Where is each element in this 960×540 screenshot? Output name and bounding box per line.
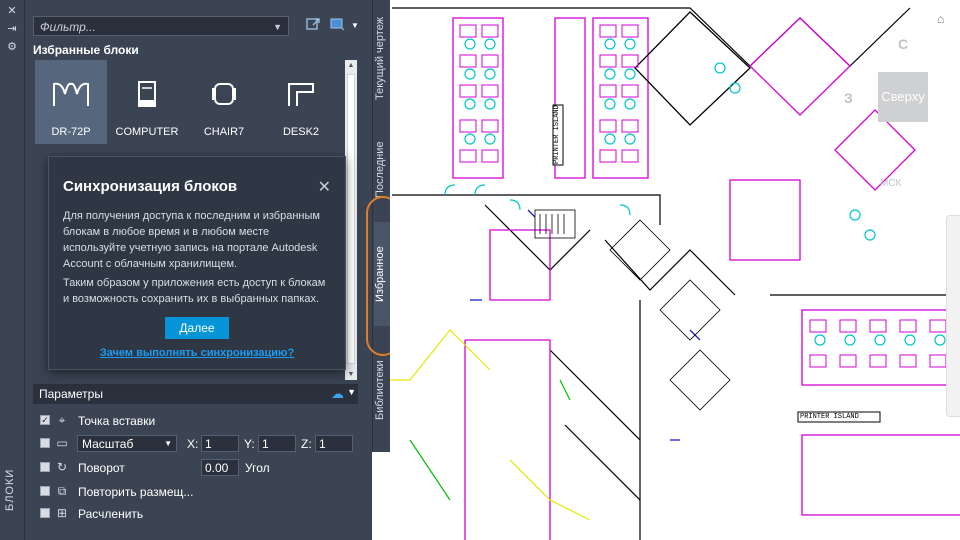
scale-y-input[interactable]: 1	[258, 435, 296, 452]
scale-checkbox[interactable]	[40, 438, 50, 448]
insert-point-icon: ⌖	[58, 413, 66, 427]
printer-island-label: PRINTER ISLAND	[553, 105, 561, 165]
drawing-canvas[interactable]: PRINTER ISLAND PRINTER ISLAND С З Сверху…	[390, 0, 960, 540]
chair-icon	[212, 83, 236, 105]
scale-mode-select[interactable]: Масштаб ▼	[77, 435, 177, 452]
block-label: CHAIR7	[203, 126, 245, 138]
param-explode: ⊞ Расчленить	[40, 505, 340, 523]
tab-current-drawing[interactable]: Текущий чертеж	[374, 8, 390, 108]
viewcube-home-icon[interactable]: ⌂	[937, 12, 944, 26]
chevron-down-icon[interactable]: ▼	[273, 17, 282, 37]
block-label: DESK2	[282, 126, 320, 138]
block-label: DR-72P	[51, 126, 91, 138]
param-repeat: ⧉ Повторить размещ...	[40, 483, 340, 501]
desk-icon	[288, 83, 314, 106]
dialog-body-text-2: Таким образом у приложения есть доступ к…	[63, 277, 326, 305]
navigation-bar[interactable]	[946, 215, 960, 417]
filter-input[interactable]: Фильтр... ▼	[33, 16, 289, 36]
params-header[interactable]: Параметры ☁ ▼	[33, 384, 358, 404]
param-rotation: ↻ Поворот 0.00 Угол	[40, 459, 360, 477]
compass-west: З	[844, 90, 853, 106]
chevron-down-icon[interactable]: ▼	[347, 387, 356, 397]
chevron-down-icon[interactable]: ▼	[345, 16, 365, 36]
sync-dialog: Синхронизация блоков ✕ Для получения дос…	[48, 156, 346, 370]
scroll-down-icon[interactable]: ▼	[345, 371, 357, 378]
next-button[interactable]: Далее	[165, 317, 229, 339]
rotation-angle-input[interactable]: 0.00	[201, 459, 239, 476]
param-scale: ▭ Масштаб ▼ X: 1 Y: 1 Z: 1	[40, 435, 360, 453]
tab-libraries[interactable]: Библиотеки	[374, 350, 390, 430]
chevron-down-icon: ▼	[164, 439, 172, 448]
door-icon	[53, 82, 89, 106]
rotation-checkbox[interactable]	[40, 462, 50, 472]
preview-options-icon[interactable]	[327, 16, 347, 36]
block-tile-chair7[interactable]: CHAIR7	[188, 60, 260, 144]
repeat-checkbox[interactable]	[40, 486, 50, 496]
scale-mode-value: Масштаб	[82, 437, 134, 451]
compass-north: С	[898, 36, 909, 52]
scroll-thumb[interactable]	[347, 74, 355, 364]
close-icon[interactable]: ✕	[4, 4, 20, 18]
close-icon[interactable]: ✕	[318, 177, 331, 197]
dialog-body-text: Для получения доступа к последним и избр…	[63, 210, 320, 270]
scale-y-label: Y:	[244, 437, 255, 451]
cloud-sync-icon[interactable]: ☁	[331, 386, 344, 402]
params-title: Параметры	[39, 387, 103, 401]
rotation-label: Поворот	[78, 461, 125, 475]
block-tile-dr-72p[interactable]: DR-72P	[35, 60, 107, 144]
palette-title-strip: ✕ ⇥ ⚙ БЛОКИ	[0, 0, 25, 540]
insert-point-label: Точка вставки	[78, 414, 156, 428]
block-tile-desk2[interactable]: DESK2	[265, 60, 337, 144]
explode-label: Расчленить	[78, 507, 144, 521]
scale-z-input[interactable]: 1	[315, 435, 353, 452]
rotation-icon: ↻	[56, 460, 68, 474]
why-sync-link[interactable]: Зачем выполнять синхронизацию?	[49, 347, 345, 359]
viewcube-top[interactable]: Сверху	[878, 72, 928, 122]
palette-title-label: БЛОКИ	[4, 468, 16, 512]
gear-icon[interactable]: ⚙	[4, 40, 20, 54]
auto-hide-icon[interactable]: ⇥	[4, 22, 20, 36]
repeat-label: Повторить размещ...	[78, 485, 194, 499]
scale-x-label: X:	[187, 437, 199, 451]
favorites-scrollbar[interactable]: ▲ ▼	[345, 60, 357, 380]
scale-z-label: Z:	[301, 437, 312, 451]
block-label: COMPUTER	[115, 126, 179, 138]
computer-icon	[138, 81, 156, 107]
explode-checkbox[interactable]	[40, 508, 50, 518]
dialog-title: Синхронизация блоков	[63, 178, 238, 195]
filter-placeholder: Фильтр...	[40, 20, 96, 34]
load-block-icon[interactable]	[303, 16, 323, 36]
insert-point-checkbox[interactable]: ✓	[40, 415, 50, 425]
explode-icon: ⊞	[56, 506, 68, 520]
ucs-menu[interactable]: МСК	[880, 178, 901, 189]
floor-plan	[390, 7, 960, 540]
rotation-angle-label: Угол	[245, 461, 270, 475]
repeat-placement-icon: ⧉	[57, 484, 67, 498]
scale-icon: ▭	[56, 436, 68, 450]
block-tile-computer[interactable]: COMPUTER	[111, 60, 183, 144]
printer-island-label: PRINTER ISLAND	[800, 413, 859, 421]
scroll-up-icon[interactable]: ▲	[345, 62, 357, 69]
scale-x-input[interactable]: 1	[201, 435, 239, 452]
param-insert-point: ✓ ⌖ Точка вставки	[40, 412, 340, 430]
favorites-title: Избранные блоки	[33, 43, 139, 57]
